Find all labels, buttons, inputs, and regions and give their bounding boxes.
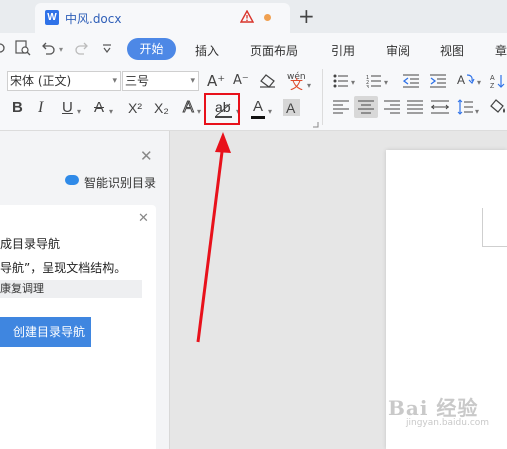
tab-references[interactable]: 引用 — [331, 42, 355, 59]
font-size-select[interactable]: 三号 ▾ — [122, 71, 199, 91]
char-shading-button[interactable]: A — [283, 99, 300, 116]
underline-button[interactable]: U — [62, 99, 73, 117]
svg-text:3: 3 — [366, 85, 369, 88]
tip-card-line-1: 成目录导航 — [0, 237, 61, 251]
watermark-url: jingyan.baidu.com — [406, 418, 490, 428]
customize-toolbar-icon[interactable] — [102, 44, 112, 54]
print-preview-icon[interactable] — [15, 40, 31, 56]
increase-indent-icon[interactable] — [430, 74, 446, 88]
undo-dropdown-icon[interactable]: ▾ — [59, 45, 63, 54]
numbering-dropdown-icon[interactable]: ▾ — [384, 74, 388, 92]
svg-text:A: A — [457, 73, 465, 87]
annotation-highlight-box — [204, 93, 240, 125]
distributed-align-icon[interactable] — [431, 100, 449, 114]
tip-card-line-2: 导航”，呈现文档结构。 — [0, 261, 127, 275]
tab-review[interactable]: 审阅 — [386, 42, 410, 59]
navigation-pane: ✕ 智能识别目录 ✕ 成目录导航 导航”，呈现文档结构。 康复调理 创建目录导航 — [0, 131, 170, 449]
subscript-button[interactable]: X₂ — [154, 99, 169, 117]
redo-icon[interactable] — [74, 41, 90, 55]
italic-button[interactable]: I — [38, 99, 43, 117]
smart-toc-icon[interactable] — [65, 175, 79, 185]
decrease-indent-icon[interactable] — [403, 74, 419, 88]
align-center-icon — [358, 100, 374, 114]
grow-font-button[interactable]: A⁺ — [207, 72, 225, 90]
ribbon: 宋体 (正文) ▾ 三号 ▾ A⁺ A⁻ wén 文 ▾ ▾ 1 2 3 ▾ A — [0, 65, 507, 131]
strikethrough-button[interactable]: A — [94, 99, 104, 117]
text-direction-dropdown-icon[interactable]: ▾ — [477, 74, 481, 92]
tip-card-close-button[interactable]: ✕ — [138, 211, 149, 226]
font-name-value: 宋体 (正文) — [10, 74, 72, 88]
bullet-list-icon[interactable] — [333, 74, 349, 88]
save-icon[interactable] — [0, 41, 8, 55]
writer-document-icon: W — [45, 10, 59, 25]
shading-fill-icon[interactable] — [490, 99, 507, 115]
document-tab-title: 中风.docx — [65, 12, 122, 26]
align-right-icon[interactable] — [384, 100, 400, 114]
font-color-dropdown-icon[interactable]: ▾ — [268, 103, 272, 121]
superscript-button[interactable]: X² — [128, 99, 142, 117]
char-shading-label: A — [286, 100, 296, 116]
create-toc-nav-button[interactable]: 创建目录导航 — [0, 317, 91, 347]
svg-text:A: A — [490, 75, 495, 82]
strikethrough-dropdown-icon[interactable]: ▾ — [109, 103, 113, 121]
new-tab-button[interactable]: + — [298, 3, 315, 29]
font-name-select[interactable]: 宋体 (正文) ▾ — [7, 71, 121, 91]
align-center-button[interactable] — [354, 96, 378, 118]
tab-start[interactable]: 开始 — [127, 38, 176, 60]
numbered-list-icon[interactable]: 1 2 3 — [366, 74, 382, 88]
menu-bar: ▾ 开始 插入 页面布局 引用 审阅 视图 章 — [0, 33, 507, 65]
font-size-dropdown-icon: ▾ — [190, 76, 195, 86]
font-color-swatch — [251, 116, 265, 119]
annotation-arrow — [196, 132, 231, 343]
smart-toc-link[interactable]: 智能识别目录 — [84, 174, 156, 191]
justify-icon[interactable] — [407, 100, 423, 114]
shrink-font-button[interactable]: A⁻ — [233, 72, 249, 90]
tab-page-layout[interactable]: 页面布局 — [250, 42, 298, 59]
phonetic-guide-icon: 文 — [290, 78, 304, 93]
unsaved-dot-icon — [264, 14, 271, 21]
line-spacing-dropdown-icon[interactable]: ▾ — [475, 103, 479, 121]
font-color-button[interactable]: A — [253, 98, 263, 116]
group-separator — [322, 69, 323, 125]
tip-card: ✕ 成目录导航 导航”，呈现文档结构。 康复调理 创建目录导航 — [0, 205, 156, 449]
line-spacing-icon[interactable] — [457, 99, 473, 115]
phonetic-dropdown-icon[interactable]: ▾ — [307, 77, 311, 95]
tab-chapter[interactable]: 章 — [495, 42, 507, 59]
bullet-dropdown-icon[interactable]: ▾ — [351, 74, 355, 92]
align-left-icon[interactable] — [333, 100, 349, 114]
warning-icon[interactable] — [240, 10, 254, 23]
sort-icon[interactable]: A Z — [490, 73, 507, 89]
undo-icon[interactable] — [40, 41, 56, 55]
text-effect-dropdown-icon[interactable]: ▾ — [197, 103, 201, 121]
heading-preview-field: 康复调理 — [0, 280, 142, 298]
close-pane-button[interactable]: ✕ — [140, 147, 153, 165]
font-dialog-launcher-icon[interactable] — [313, 122, 319, 128]
document-tab[interactable]: W 中风.docx — [35, 3, 290, 33]
underline-dropdown-icon[interactable]: ▾ — [77, 103, 81, 121]
tab-insert[interactable]: 插入 — [195, 42, 219, 59]
clear-format-icon[interactable] — [260, 74, 276, 88]
font-name-dropdown-icon: ▾ — [112, 76, 117, 86]
tab-bar: W 中风.docx + — [0, 0, 507, 33]
text-effect-button[interactable]: A — [183, 99, 195, 117]
page-margin-marker — [482, 208, 507, 247]
text-direction-icon[interactable]: A — [457, 72, 475, 89]
bold-button[interactable]: B — [12, 99, 23, 117]
svg-text:Z: Z — [490, 83, 495, 89]
tab-view[interactable]: 视图 — [440, 42, 464, 59]
watermark-logo: Bai 经验 — [388, 396, 479, 420]
font-size-value: 三号 — [125, 74, 150, 88]
